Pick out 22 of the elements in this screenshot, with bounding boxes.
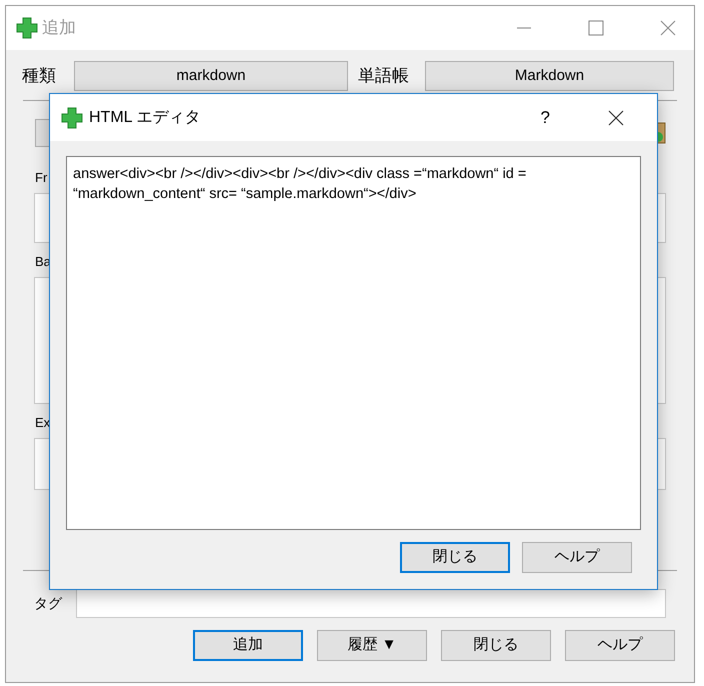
deck-selector[interactable]: Markdown [425, 61, 674, 91]
maximize-icon[interactable] [588, 20, 604, 36]
deck-label: 単語帳 [358, 65, 410, 88]
dialog-title: HTML エディタ [89, 108, 200, 128]
dialog-button[interactable]: 閉じる [441, 630, 551, 661]
type-label: 種類 [22, 65, 57, 88]
type-selector[interactable]: markdown [74, 61, 348, 91]
field-label: Fr [34, 169, 48, 187]
html-text-area[interactable]: answer<div><br /></div><div><br /></div><div class =“markdown“ id = “markdown_content“ src= “sample.markdown“></div> [66, 156, 641, 530]
dialog-button[interactable]: 履歴 ▼ [317, 630, 427, 661]
plus-icon [61, 106, 83, 128]
dialog-button[interactable]: 閉じる [400, 542, 510, 573]
close-icon[interactable] [608, 110, 624, 126]
dialog-button[interactable]: 追加 [193, 630, 303, 661]
tags-label: タグ [34, 594, 62, 613]
dialog-button[interactable]: ヘルプ [522, 542, 632, 573]
help-mark[interactable]: ? [540, 104, 550, 130]
field-label: Ex [34, 414, 50, 432]
plus-icon [16, 17, 38, 39]
dialog-button[interactable]: ヘルプ [565, 630, 675, 661]
window-title: 追加 [42, 17, 76, 40]
tags-input[interactable] [76, 589, 666, 618]
